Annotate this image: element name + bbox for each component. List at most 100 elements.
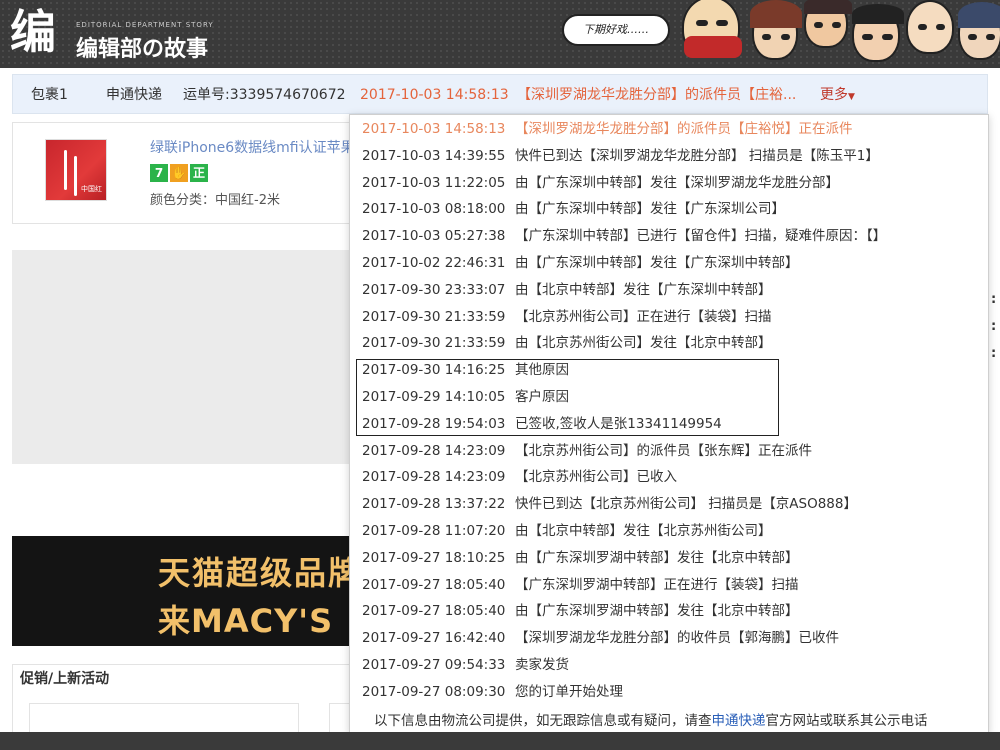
- tracking-row: 2017-09-30 23:33:07 由【北京中转部】发往【广东深圳中转部】: [362, 277, 772, 304]
- speech-bubble: 下期好戏……: [562, 14, 670, 46]
- tracking-status: 【深圳罗湖龙华龙胜分部】的派件员【庄裕悦】正在派件: [515, 121, 853, 137]
- tracking-status: 【北京苏州街公司】的派件员【张东辉】正在派件: [515, 442, 812, 459]
- tracking-row: 2017-10-03 11:22:05 由【广东深圳中转部】发往【深圳罗湖龙华龙胜…: [362, 170, 839, 197]
- tracking-time: 2017-09-27 09:54:33: [362, 657, 506, 673]
- tracking-time: 2017-10-03 05:27:38: [362, 228, 506, 245]
- tracking-status: 您的订单开始处理: [515, 683, 623, 700]
- tracking-number: 运单号:3339574670672: [183, 87, 346, 103]
- character-face-icon: [958, 2, 1000, 60]
- bottom-border-bar: [0, 732, 1000, 750]
- tracking-status: 【广东深圳罗湖中转部】正在进行【装袋】扫描: [515, 576, 799, 593]
- genuine-badge-icon[interactable]: 正: [190, 164, 208, 182]
- tracking-time: 2017-09-28 13:37:22: [362, 496, 506, 513]
- tracking-status: 客户原因: [515, 389, 569, 405]
- tracking-row: 2017-10-03 08:18:00 由【广东深圳中转部】发往【广东深圳公司】: [362, 196, 785, 223]
- logo-icon: 编: [10, 5, 56, 59]
- tracking-status: 由【广东深圳中转部】发往【广东深圳公司】: [515, 201, 785, 218]
- tracking-status: 由【广东深圳罗湖中转部】发往【北京中转部】: [515, 549, 799, 566]
- tracking-time: 2017-09-30 21:33:59: [362, 335, 506, 352]
- ad-brand: 来MACY'S: [158, 602, 334, 640]
- tracking-time: 2017-09-30 21:33:59: [362, 308, 506, 325]
- tracking-status: 由【广东深圳罗湖中转部】发往【北京中转部】: [515, 603, 799, 620]
- tracking-row: 2017-09-27 18:10:25 由【广东深圳罗湖中转部】发往【北京中转部】: [362, 545, 799, 572]
- package-info-bar: 包裹1 申通快递 运单号:3339574670672 2017-10-03 14…: [12, 74, 988, 114]
- product-title-link[interactable]: 绿联iPhone6数据线mfi认证苹果: [150, 137, 355, 157]
- tracking-time: 2017-10-03 14:58:13: [362, 121, 506, 137]
- promo-card[interactable]: [29, 703, 299, 732]
- tracking-time: 2017-09-27 18:05:40: [362, 576, 506, 593]
- more-label: 更多: [820, 87, 848, 103]
- tracking-time: 2017-09-28 14:23:09: [362, 469, 506, 486]
- tracking-row: 2017-10-03 05:27:38 【广东深圳中转部】已进行【留仓件】扫描，疑…: [362, 223, 886, 250]
- tracking-time: 2017-09-30 23:33:07: [362, 281, 506, 298]
- seven-day-return-badge-icon[interactable]: 7: [150, 164, 168, 182]
- character-face-icon: [750, 0, 802, 60]
- tracking-time: 2017-09-28 19:54:03: [362, 415, 506, 432]
- cartoon-characters-illustration: [676, 0, 1000, 68]
- site-banner: 编 EDITORIAL DEPARTMENT STORY 编辑部の故事 下期好戏…: [0, 0, 1000, 68]
- footnote-prefix: 以下信息由物流公司提供，如无跟踪信息或有疑问，请查: [374, 713, 712, 729]
- tracking-row: 2017-09-28 11:07:20 由【北京中转部】发往【北京苏州街公司】: [362, 518, 772, 545]
- logo-title: 编辑部の故事: [76, 37, 209, 62]
- tracking-row: 2017-09-29 14:10:05 客户原因: [362, 384, 569, 411]
- tracking-status: 【北京苏州街公司】正在进行【装袋】扫描: [515, 308, 772, 325]
- side-marker: :: [991, 346, 997, 361]
- tracking-status: 【广东深圳中转部】已进行【留仓件】扫描，疑难件原因：【】: [515, 228, 887, 245]
- character-face-icon: [804, 0, 852, 48]
- tracking-history-popup: 2017-10-03 14:58:13 【深圳罗湖龙华龙胜分部】的派件员【庄裕悦】…: [349, 114, 989, 734]
- tracking-row: 2017-10-03 14:39:55 快件已到达【深圳罗湖龙华龙胜分部】 扫描员…: [362, 143, 879, 170]
- guarantee-badge-icon[interactable]: ✋: [170, 164, 188, 182]
- tracking-time: 2017-10-03 11:22:05: [362, 174, 506, 191]
- promo-title: 促销/上新活动: [20, 671, 110, 687]
- tracking-status: 由【北京中转部】发往【广东深圳中转部】: [515, 281, 772, 298]
- side-marker: :: [991, 292, 997, 307]
- tracking-row: 2017-09-27 09:54:33 卖家发货: [362, 652, 569, 679]
- tracking-time: 2017-10-03 08:18:00: [362, 201, 506, 218]
- tracking-row: 2017-10-03 14:58:13 【深圳罗湖龙华龙胜分部】的派件员【庄裕悦】…: [362, 116, 853, 143]
- more-button[interactable]: 更多▼: [820, 75, 855, 117]
- tracking-status: 由【北京苏州街公司】发往【北京中转部】: [515, 335, 772, 352]
- tracking-time: 2017-09-28 11:07:20: [362, 523, 506, 539]
- thumbnail-tag: 中国红: [81, 185, 102, 193]
- tracking-row: 2017-09-30 21:33:59 由【北京苏州街公司】发往【北京中转部】: [362, 330, 772, 357]
- tracking-time: 2017-09-27 18:10:25: [362, 549, 506, 566]
- product-thumbnail[interactable]: 中国红: [45, 139, 107, 201]
- tracking-row: 2017-10-02 22:46:31 由【广东深圳中转部】发往【广东深圳中转部】: [362, 250, 799, 277]
- tracking-row: 2017-09-27 16:42:40 【深圳罗湖龙华龙胜分部】的收件员【郭海鹏】…: [362, 625, 839, 652]
- character-face-icon: [906, 0, 954, 54]
- latest-update-status: 【深圳罗湖龙华龙胜分部】的派件员【庄裕...: [517, 87, 797, 103]
- chevron-down-icon: ▼: [848, 92, 855, 102]
- tracking-row: 2017-09-30 14:16:25 其他原因: [362, 357, 569, 384]
- tracking-time: 2017-09-27 16:42:40: [362, 630, 506, 647]
- logo-subtitle: EDITORIAL DEPARTMENT STORY: [76, 21, 214, 29]
- tracking-status: 【北京苏州街公司】已收入: [515, 469, 677, 486]
- tracking-status: 由【广东深圳中转部】发往【广东深圳中转部】: [515, 255, 799, 271]
- tracking-footnote: 以下信息由物流公司提供，如无跟踪信息或有疑问，请查申通快递官方网站或联系其公示电…: [374, 709, 928, 729]
- tracking-time: 2017-09-30 14:16:25: [362, 362, 506, 379]
- footnote-suffix: 官方网站或联系其公示电话: [765, 713, 928, 729]
- tracking-status: 由【北京中转部】发往【北京苏州街公司】: [515, 523, 772, 539]
- courier-website-link[interactable]: 申通快递: [712, 713, 766, 729]
- tracking-row: 2017-09-28 14:23:09 【北京苏州街公司】已收入: [362, 464, 677, 491]
- tracking-status: 快件已到达【深圳罗湖龙华龙胜分部】 扫描员是【陈玉平1】: [515, 147, 879, 164]
- side-marker: :: [991, 319, 997, 334]
- tracking-status: 快件已到达【北京苏州街公司】 扫描员是【京ASO888】: [515, 496, 857, 513]
- tracking-status: 【深圳罗湖龙华龙胜分部】的收件员【郭海鹏】已收件: [515, 630, 839, 647]
- tracking-row: 2017-09-28 13:37:22 快件已到达【北京苏州街公司】 扫描员是【京…: [362, 491, 857, 518]
- tracking-row: 2017-09-28 19:54:03 已签收,签收人是张13341149954: [362, 411, 722, 438]
- service-badges: 7 ✋ 正: [150, 164, 210, 182]
- tracking-time: 2017-10-03 14:39:55: [362, 147, 506, 164]
- tracking-status: 其他原因: [515, 362, 569, 379]
- tracking-row: 2017-09-27 08:09:30 您的订单开始处理: [362, 679, 623, 706]
- tracking-time: 2017-09-27 08:09:30: [362, 683, 506, 700]
- tracking-row: 2017-09-30 21:33:59 【北京苏州街公司】正在进行【装袋】扫描: [362, 304, 772, 331]
- tracking-row: 2017-09-27 18:05:40 由【广东深圳罗湖中转部】发往【北京中转部】: [362, 598, 799, 625]
- tracking-row: 2017-09-28 14:23:09 【北京苏州街公司】的派件员【张东辉】正在派…: [362, 438, 812, 465]
- product-color-spec: 颜色分类：中国红-2米: [150, 193, 280, 208]
- courier-name: 申通快递: [106, 87, 162, 103]
- tracking-status: 已签收,签收人是张13341149954: [515, 415, 722, 432]
- character-face-icon: [682, 0, 742, 58]
- package-label[interactable]: 包裹1: [31, 75, 68, 115]
- tracking-time: 2017-09-29 14:10:05: [362, 389, 506, 405]
- tracking-time: 2017-10-02 22:46:31: [362, 255, 506, 271]
